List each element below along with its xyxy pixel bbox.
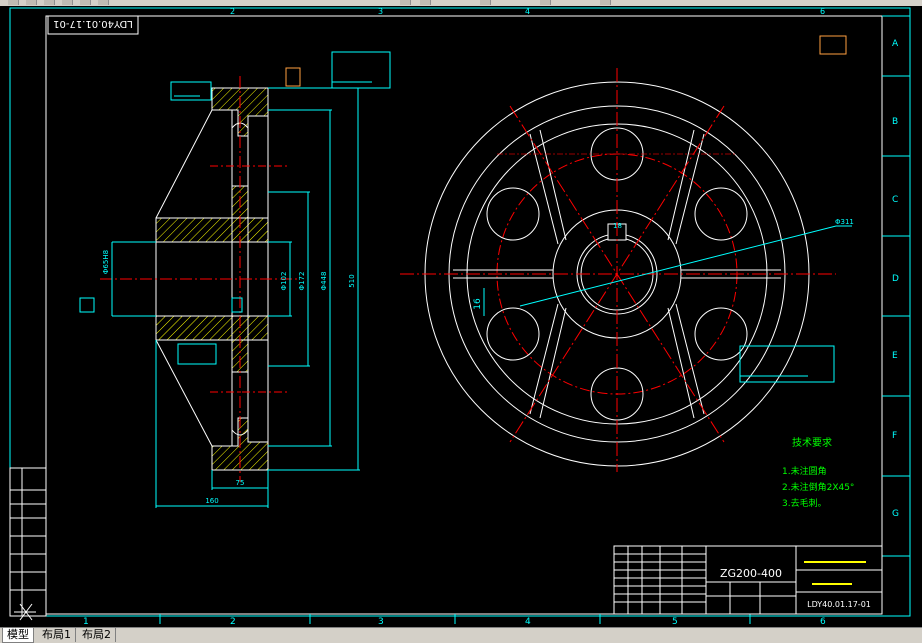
- col-label: 3: [378, 7, 383, 16]
- col-label: 6: [820, 617, 826, 627]
- col-label: 2: [230, 7, 235, 16]
- row-label: E: [892, 351, 898, 361]
- drawing-number-label: LDY40.01.17-01: [807, 600, 871, 609]
- dim-d102: Φ102: [280, 272, 288, 291]
- dim-d510: 510: [348, 274, 356, 287]
- toolbar-button[interactable]: [44, 0, 55, 5]
- dim-keyway-height: 16: [473, 298, 483, 310]
- tech-note: 2.未注倒角2X45°: [782, 481, 854, 493]
- inner-frame: [45, 15, 883, 615]
- toolbar-button[interactable]: [26, 0, 37, 5]
- dim-d311: Φ311: [835, 218, 854, 226]
- hatch-hub-top: [155, 217, 269, 243]
- dim-keyway-width: 18: [613, 222, 622, 230]
- annotation-box: [819, 35, 847, 55]
- title-block: ZG200-400 LDY40.01.17-01: [613, 545, 883, 615]
- tab-model[interactable]: 模型: [2, 628, 34, 643]
- tab-layout1[interactable]: 布局1: [38, 628, 76, 642]
- toolbar-button[interactable]: [98, 0, 109, 5]
- row-label: B: [892, 117, 898, 127]
- toolbar-button[interactable]: [600, 0, 611, 5]
- tech-note: 3.去毛刺。: [782, 497, 827, 509]
- toolbar-button[interactable]: [62, 0, 73, 5]
- tab-layout2[interactable]: 布局2: [78, 628, 116, 642]
- outer-frame: [9, 7, 911, 617]
- flipped-drawing-number: LDY40.01.17-01: [53, 18, 133, 29]
- drawing-canvas[interactable]: A B C D E F G 1 2 3 4 5 6 2 3 4 6 LDY40.…: [0, 6, 922, 627]
- annotation-box: [177, 343, 217, 365]
- annotation-box: [331, 51, 391, 89]
- col-label: 6: [820, 7, 825, 16]
- dim-d448: Φ448: [320, 272, 328, 291]
- col-label: 5: [672, 617, 678, 627]
- row-label: C: [892, 195, 898, 205]
- row-label: G: [892, 509, 899, 519]
- toolbar-button[interactable]: [480, 0, 491, 5]
- annotation-box: [79, 297, 95, 313]
- row-label: A: [892, 39, 899, 49]
- annotation-box: [285, 67, 301, 87]
- col-label: 4: [525, 617, 531, 627]
- col-label: 2: [230, 617, 236, 627]
- material-label: ZG200-400: [720, 567, 782, 580]
- cad-drawing: A B C D E F G 1 2 3 4 5 6 2 3 4 6 LDY40.…: [9, 7, 911, 627]
- row-label: F: [892, 431, 897, 441]
- tech-requirements-title: 技术要求: [792, 436, 832, 449]
- toolbar-button[interactable]: [8, 0, 19, 5]
- front-view: Φ311 18 16: [400, 68, 854, 472]
- tech-note: 1.未注圆角: [782, 465, 827, 477]
- toolbar-button[interactable]: [400, 0, 411, 5]
- layout-tabs: 模型 布局1 布局2: [0, 627, 922, 643]
- col-label: 1: [83, 617, 89, 627]
- dim-bore: Φ65H8: [102, 250, 110, 274]
- row-label: D: [892, 274, 899, 284]
- dim-d172: Φ172: [298, 272, 306, 291]
- toolbar-button[interactable]: [80, 0, 91, 5]
- toolbar-button[interactable]: [540, 0, 551, 5]
- dim-w75: 75: [236, 479, 245, 487]
- section-view: Φ102 Φ172 Φ448 510 Φ65H8 75 160: [79, 35, 847, 508]
- dim-w160: 160: [205, 497, 218, 505]
- annotation-box: [170, 81, 212, 101]
- hatch-hub-bottom: [155, 315, 269, 341]
- col-label: 3: [378, 617, 384, 627]
- toolbar-button[interactable]: [420, 0, 431, 5]
- ucs-icon: [14, 603, 36, 621]
- col-label: 4: [525, 7, 530, 16]
